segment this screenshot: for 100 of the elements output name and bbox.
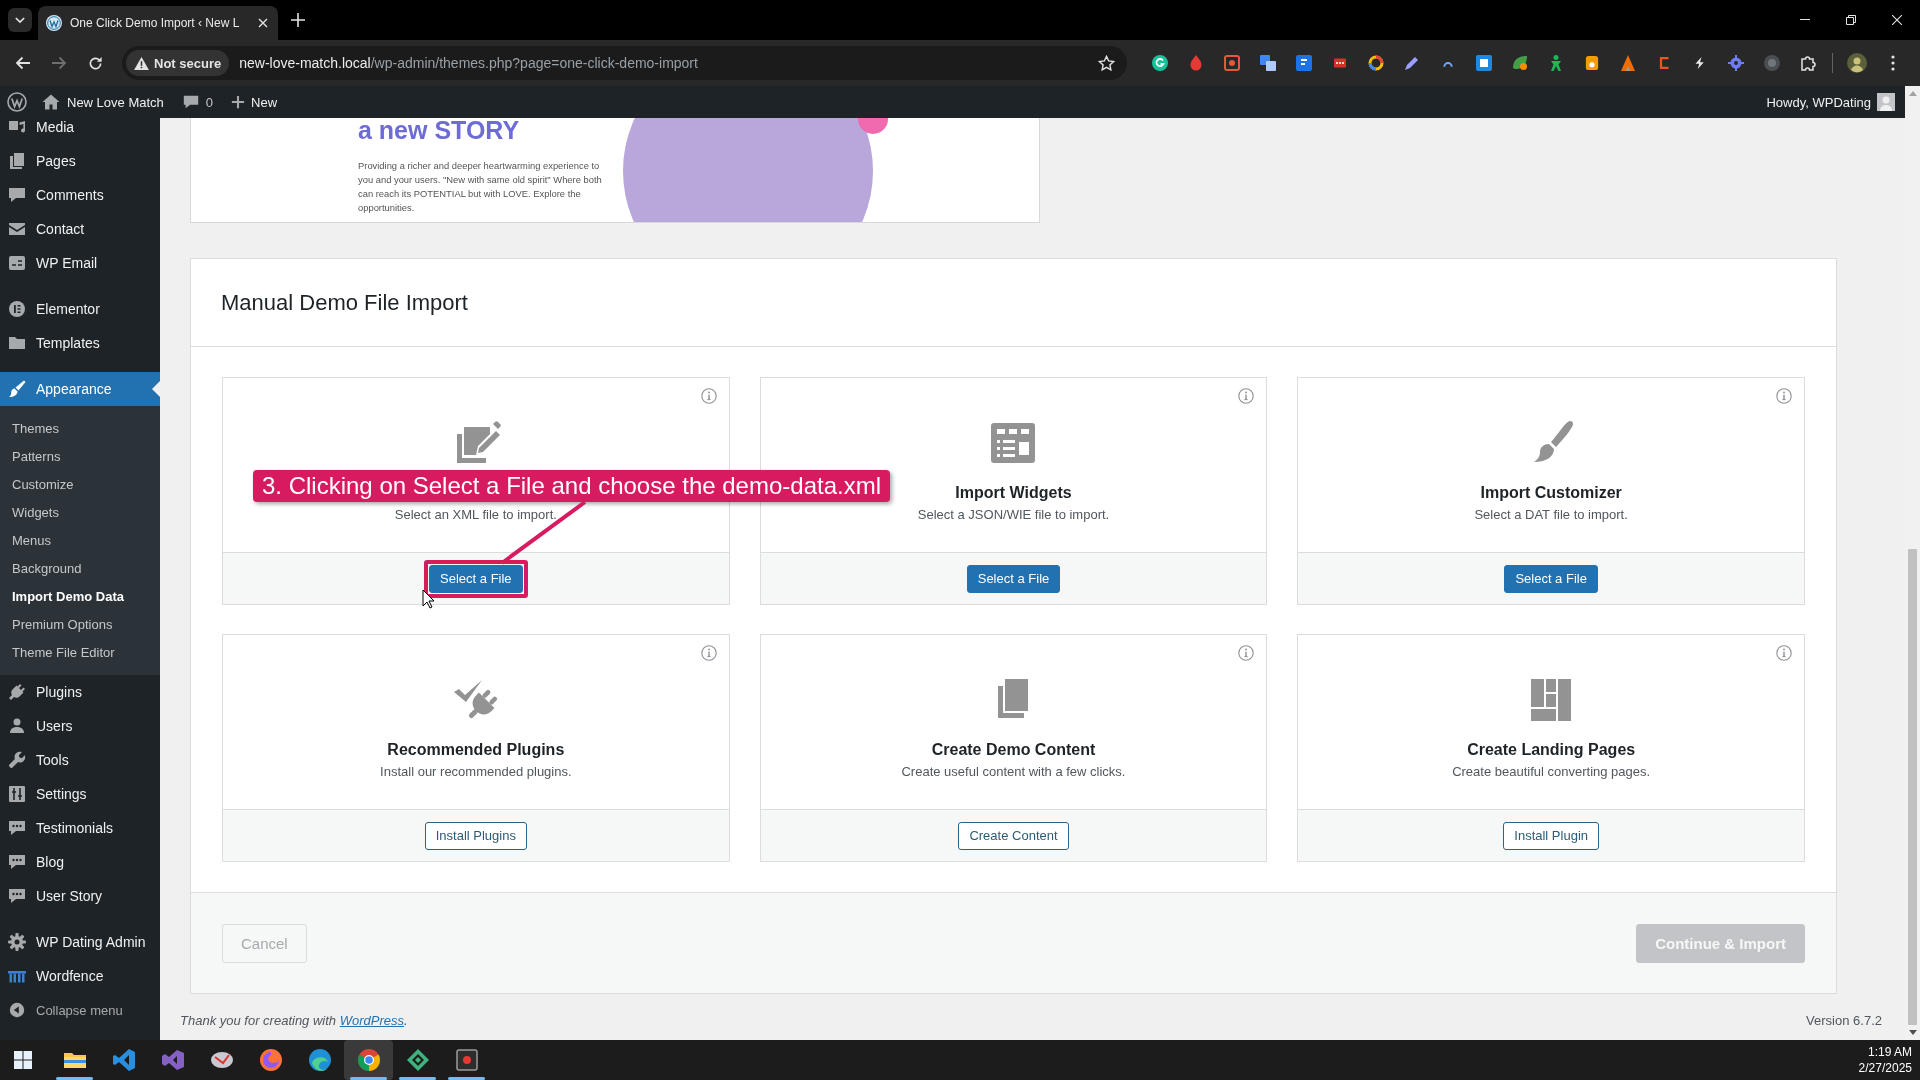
account-menu[interactable]: Howdy, WPDating [1766, 93, 1895, 111]
reload-icon[interactable] [87, 55, 103, 71]
card-action-button[interactable]: Select a File [429, 564, 523, 593]
card-description: Select a JSON/WIE file to import. [917, 506, 1110, 524]
minimize-icon[interactable] [1800, 19, 1810, 21]
address-bar[interactable]: Not secure new-love-match.local/wp-admin/themes.php?page=one-click-demo-import [122, 46, 1127, 80]
card-action-button[interactable]: Select a File [1504, 564, 1598, 593]
frame-icon[interactable] [1224, 55, 1240, 71]
footer-text: Thank you for creating with WordPress. [180, 1012, 408, 1028]
bow-icon [160, 1048, 185, 1072]
bracket-icon[interactable] [1658, 55, 1670, 71]
annotation-callout: 3. Clicking on Select a File and choose the demo-data.xml [253, 470, 890, 502]
security-chip[interactable]: Not secure [126, 50, 230, 76]
drop-icon[interactable] [1188, 55, 1204, 71]
card-action-button[interactable]: Create Content [958, 821, 1069, 850]
info-icon[interactable] [1238, 645, 1255, 661]
bookmark-star-icon[interactable] [1098, 54, 1115, 72]
submenu-item[interactable]: Themes [0, 414, 160, 442]
site-name-link[interactable]: New Love Match [41, 92, 164, 112]
sidebar-item[interactable]: Contact [0, 212, 160, 246]
menu-icon[interactable] [1891, 55, 1895, 71]
crosshair-icon[interactable] [1728, 55, 1744, 71]
circle-icon [7, 299, 27, 319]
sidebar-item[interactable]: Comments [0, 178, 160, 212]
url-text: new-love-match.local/wp-admin/themes.php?page=one-click-demo-import [239, 55, 698, 71]
submenu-item[interactable]: Import Demo Data [0, 582, 160, 610]
sidebar-item[interactable]: Tools [0, 743, 160, 777]
sidebar-item[interactable]: WP Dating Admin [0, 925, 160, 959]
info-icon[interactable] [700, 388, 717, 404]
sidebar-item[interactable]: User Story [0, 879, 160, 913]
card-action-button[interactable]: Install Plugin [1503, 821, 1599, 850]
card-description: Select a DAT file to import. [1474, 506, 1628, 524]
speech-bubble-icon [7, 818, 27, 838]
close-icon[interactable] [1892, 15, 1902, 25]
triangle-icon[interactable] [1620, 55, 1636, 71]
sidebar-item[interactable]: Pages [0, 144, 160, 178]
wordpress-link[interactable]: WordPress [339, 1012, 404, 1028]
info-icon[interactable] [1776, 388, 1792, 404]
sidebar-item[interactable]: Wordfence [0, 959, 160, 993]
card-description: Install our recommended plugins. [380, 763, 572, 781]
scrollbar[interactable] [1905, 86, 1920, 1040]
swirl-icon [307, 1048, 332, 1072]
card-action-button[interactable]: Install Plugins [424, 821, 527, 850]
submenu-item[interactable]: Customize [0, 470, 160, 498]
card-action-button[interactable]: Select a File [966, 564, 1061, 593]
restore-icon[interactable] [1846, 15, 1856, 25]
comments-link[interactable]: 0 [181, 93, 214, 111]
plus-icon[interactable] [291, 13, 305, 27]
close-icon[interactable] [258, 18, 268, 28]
sidebar-item[interactable]: Testimonials [0, 811, 160, 845]
browser-tab[interactable]: One Click Demo Import ‹ New L [38, 6, 278, 40]
site-logo-icon [46, 15, 62, 31]
leaf-icon[interactable] [1512, 55, 1528, 71]
puzzle-icon[interactable] [1800, 55, 1816, 71]
submenu-item[interactable]: Menus [0, 526, 160, 554]
sidebar-item[interactable]: Users [0, 709, 160, 743]
lightning-icon[interactable] [1694, 55, 1706, 71]
scroll-down-icon[interactable] [1908, 1030, 1917, 1035]
tile-icon[interactable] [1585, 55, 1599, 71]
new-content-link[interactable]: New [231, 94, 278, 110]
info-icon[interactable] [1238, 388, 1255, 404]
squares-icon[interactable] [1260, 55, 1276, 71]
ring-icon[interactable] [1368, 55, 1384, 71]
sidebar-item[interactable]: Templates [0, 326, 160, 360]
info-icon[interactable] [1776, 645, 1792, 661]
sidebar-item[interactable]: WP Email [0, 246, 160, 280]
circle-icon[interactable] [1152, 55, 1168, 71]
sidebar-item[interactable]: Media [0, 118, 160, 144]
submenu-item[interactable]: Background [0, 554, 160, 582]
dots-icon[interactable] [1332, 57, 1348, 69]
tile-icon[interactable] [1296, 55, 1312, 71]
submenu-item[interactable]: Widgets [0, 498, 160, 526]
collapse-menu-button[interactable]: Collapse menu [0, 993, 123, 1027]
submenu-item[interactable]: Theme File Editor [0, 638, 160, 666]
figure-icon[interactable] [1548, 55, 1564, 71]
back-arrow-icon[interactable] [15, 56, 31, 70]
wrench-icon [7, 750, 27, 770]
scrollbar-thumb[interactable] [1908, 549, 1917, 1025]
card-title: Create Landing Pages [1467, 740, 1636, 760]
tab-search-button[interactable] [8, 8, 32, 32]
sidebar-item[interactable]: Appearance [0, 372, 160, 406]
submenu-item[interactable]: Premium Options [0, 610, 160, 638]
person-icon [7, 716, 27, 736]
sidebar-item[interactable]: Settings [0, 777, 160, 811]
pen-icon[interactable] [1404, 55, 1420, 71]
sidebar-item[interactable]: Plugins [0, 675, 160, 709]
segmented-circle-icon [356, 1048, 381, 1072]
speech-bubble-icon [181, 93, 200, 111]
submenu-item[interactable]: Patterns [0, 442, 160, 470]
site-logo-icon[interactable] [7, 92, 27, 112]
speech-bubble-icon [7, 886, 27, 906]
banner-heading: a new STORY [358, 118, 521, 142]
taskbar-button[interactable] [344, 1040, 393, 1080]
profile-avatar-icon[interactable] [1847, 53, 1867, 73]
start-icon[interactable] [14, 1051, 32, 1069]
info-icon[interactable] [700, 645, 717, 661]
sidebar-item[interactable]: Elementor [0, 292, 160, 326]
square-icon[interactable] [1476, 55, 1492, 71]
sidebar-item[interactable]: Blog [0, 845, 160, 879]
home-icon [41, 92, 61, 112]
